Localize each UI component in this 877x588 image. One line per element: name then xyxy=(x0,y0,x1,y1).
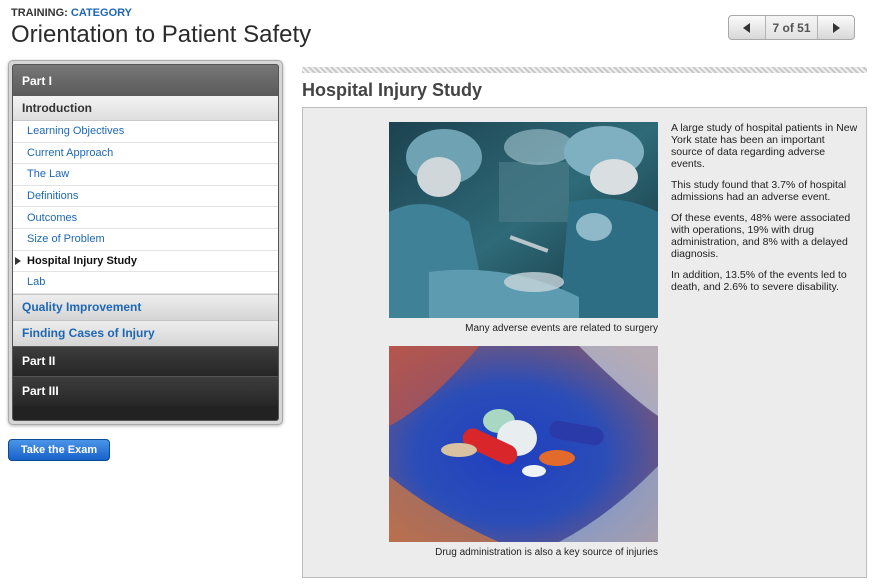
training-label: TRAINING: xyxy=(11,7,68,19)
study-paragraph: A large study of hospital patients in Ne… xyxy=(671,122,858,170)
divider-stripe xyxy=(302,67,867,73)
nav-item-label: Size of Problem xyxy=(27,233,105,246)
nav-item[interactable]: Current Approach xyxy=(13,143,278,165)
page-pager: 7 of 51 xyxy=(728,15,855,40)
study-text: A large study of hospital patients in Ne… xyxy=(671,122,859,302)
nav-item-label: Outcomes xyxy=(27,211,78,224)
nav-item-label: Current Approach xyxy=(27,146,114,159)
next-page-button[interactable] xyxy=(818,16,854,39)
nav-part-1[interactable]: Part I xyxy=(13,65,278,96)
surgery-caption: Many adverse events are related to surge… xyxy=(465,323,658,334)
page-count: 7 of 51 xyxy=(765,16,818,39)
nav-item[interactable]: Definitions xyxy=(13,186,278,208)
nav-item-label: Learning Objectives xyxy=(27,125,125,138)
nav-section-quality-improvement[interactable]: Quality Improvement xyxy=(13,293,278,320)
surgery-photo xyxy=(389,122,658,318)
nav-item-label: Hospital Injury Study xyxy=(27,254,138,267)
content-title: Hospital Injury Study xyxy=(302,80,483,100)
nav-item[interactable]: Outcomes xyxy=(13,207,278,229)
nav-item-label: Lab xyxy=(27,276,46,289)
study-paragraph: This study found that 3.7% of hospital a… xyxy=(671,179,847,203)
pills-photo xyxy=(389,346,658,542)
content-panel: Many adverse events are related to surge… xyxy=(302,107,867,578)
nav-item[interactable]: The Law xyxy=(13,164,278,186)
study-paragraph: Of these events, 48% were associated wit… xyxy=(671,212,851,260)
page-title: Orientation to Patient Safety xyxy=(11,21,312,48)
triangle-right-icon xyxy=(833,22,840,33)
nav-item[interactable]: Hospital Injury Study xyxy=(13,251,278,273)
nav-item[interactable]: Learning Objectives xyxy=(13,121,278,143)
nav-section-finding-cases[interactable]: Finding Cases of Injury xyxy=(13,319,278,346)
nav-item-label: Definitions xyxy=(27,190,79,203)
nav-part-3[interactable]: Part III xyxy=(13,375,278,406)
nav-item[interactable]: Lab xyxy=(13,272,278,294)
nav-item-list: Learning Objectives Current Approach The L… xyxy=(13,121,278,294)
course-nav: Part I Introduction Learning Objectives C… xyxy=(8,60,283,425)
take-exam-button[interactable]: Take the Exam xyxy=(8,439,110,461)
nav-section-introduction[interactable]: Introduction xyxy=(13,96,278,121)
nav-item[interactable]: Size of Problem xyxy=(13,229,278,251)
current-item-arrow-icon xyxy=(15,256,21,265)
category-link[interactable]: CATEGORY xyxy=(71,7,132,19)
nav-item-label: The Law xyxy=(27,168,70,181)
category-breadcrumb: TRAINING: CATEGORY xyxy=(11,7,132,19)
study-paragraph: In addition, 13.5% of the events led to … xyxy=(671,269,847,293)
nav-part-2[interactable]: Part II xyxy=(13,345,278,376)
triangle-left-icon xyxy=(743,22,750,33)
pills-caption: Drug administration is also a key source… xyxy=(435,547,658,558)
prev-page-button[interactable] xyxy=(729,16,765,39)
